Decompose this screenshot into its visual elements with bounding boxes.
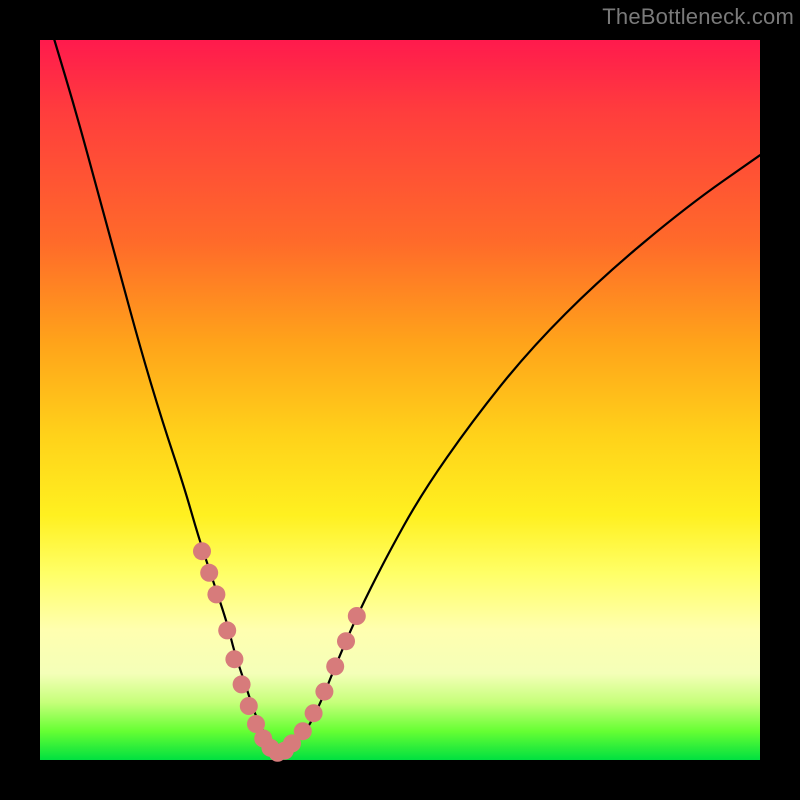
highlight-dot: [193, 542, 211, 560]
highlight-dot: [337, 632, 355, 650]
highlight-dot: [326, 657, 344, 675]
highlight-dot: [315, 683, 333, 701]
highlight-dot: [348, 607, 366, 625]
highlight-dots: [193, 542, 366, 762]
chart-container: TheBottleneck.com: [0, 0, 800, 800]
highlight-dot: [305, 704, 323, 722]
highlight-dot: [218, 621, 236, 639]
highlight-dot: [225, 650, 243, 668]
highlight-dot: [207, 585, 225, 603]
highlight-dot: [200, 564, 218, 582]
plot-area: [40, 40, 760, 760]
curve-overlay: [40, 40, 760, 760]
watermark-text: TheBottleneck.com: [602, 4, 794, 30]
highlight-dot: [233, 675, 251, 693]
bottleneck-curve: [54, 40, 760, 753]
highlight-dot: [240, 697, 258, 715]
highlight-dot: [294, 722, 312, 740]
